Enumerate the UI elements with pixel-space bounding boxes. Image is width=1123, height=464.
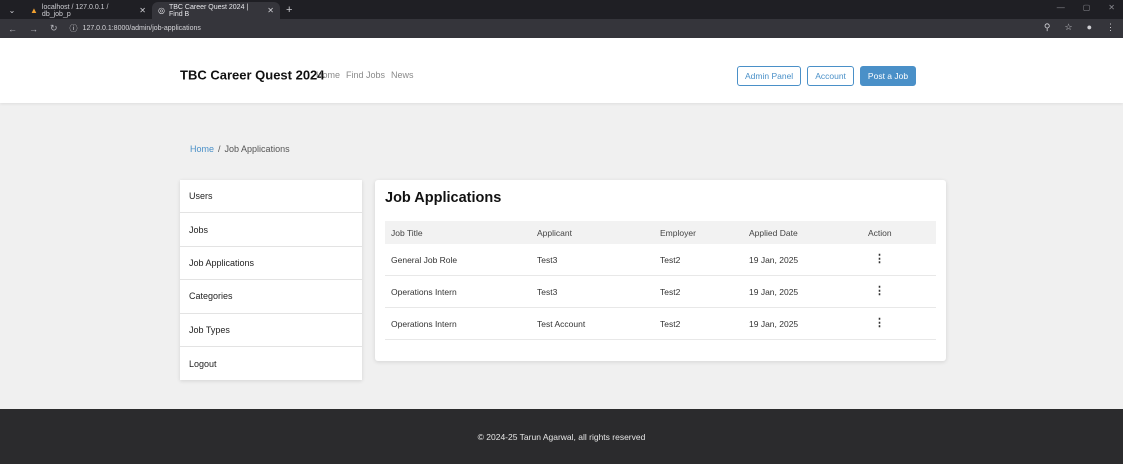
back-icon[interactable]: ← xyxy=(8,24,17,34)
tab-title: localhost / 127.0.0.1 / db_job_p xyxy=(41,3,109,18)
cell-job-title: Operations Intern xyxy=(391,318,457,329)
post-a-job-button[interactable]: Post a Job xyxy=(859,66,917,86)
table-row: Operations Intern Test3 Test2 19 Jan, 20… xyxy=(385,276,936,308)
sidebar-item-categories[interactable]: Categories xyxy=(180,280,362,314)
nav-home[interactable]: Home xyxy=(316,70,340,80)
site-header: TBC Career Quest 2024 Home Find Jobs New… xyxy=(0,38,1123,103)
cell-employer: Test2 xyxy=(660,286,681,297)
browser-menu-icon[interactable]: ⋮ xyxy=(1106,22,1115,33)
breadcrumb-current: Job Applications xyxy=(224,144,290,154)
column-header-applicant: Applicant xyxy=(537,227,572,238)
header-buttons: Admin Panel Account Post a Job xyxy=(737,66,917,86)
more-actions-icon[interactable]: ⋮ xyxy=(868,317,885,329)
globe-icon: ◎ xyxy=(158,6,165,15)
browser-tab-career-quest[interactable]: ◎ TBC Career Quest 2024 | Find B ✕ xyxy=(152,2,280,19)
address-bar-actions: ⚲ ☆ ● ⋮ xyxy=(1044,22,1115,33)
main-nav: Home Find Jobs News xyxy=(316,70,414,80)
cell-applicant: Test Account xyxy=(537,318,586,329)
browser-tab-phpmyadmin[interactable]: ▲ localhost / 127.0.0.1 / db_job_p ✕ xyxy=(24,2,152,19)
table-header: Job Title Applicant Employer Applied Dat… xyxy=(385,221,936,244)
site-brand[interactable]: TBC Career Quest 2024 xyxy=(180,68,325,83)
browser-tab-strip: ⌄ ▲ localhost / 127.0.0.1 / db_job_p ✕ ◎… xyxy=(0,0,1123,19)
window-controls: — ▢ ✕ xyxy=(1057,3,1115,12)
site-footer: © 2024-25 Tarun Agarwal, all rights rese… xyxy=(0,409,1123,464)
tab-title: TBC Career Quest 2024 | Find B xyxy=(168,3,249,18)
new-tab-icon[interactable]: + xyxy=(286,4,292,16)
browser-address-bar: ← → ↻ ⓘ 127.0.0.1:8000/admin/job-applica… xyxy=(0,19,1123,38)
sidebar-item-logout[interactable]: Logout xyxy=(180,347,362,380)
cell-job-title: Operations Intern xyxy=(391,286,457,297)
url-text: 127.0.0.1:8000/admin/job-applications xyxy=(82,25,201,32)
account-button[interactable]: Account xyxy=(807,66,854,86)
close-window-icon[interactable]: ✕ xyxy=(1108,3,1115,12)
admin-panel-button[interactable]: Admin Panel xyxy=(737,66,802,86)
cell-job-title: General Job Role xyxy=(391,254,458,265)
breadcrumb-separator: / xyxy=(218,144,221,154)
column-header-job-title: Job Title xyxy=(391,227,423,238)
bookmark-star-icon[interactable]: ☆ xyxy=(1064,22,1072,33)
table-row: Operations Intern Test Account Test2 19 … xyxy=(385,308,936,340)
breadcrumb: Home / Job Applications xyxy=(190,144,290,154)
page-title: Job Applications xyxy=(385,190,502,206)
footer-copyright: © 2024-25 Tarun Agarwal, all rights rese… xyxy=(477,431,646,442)
more-actions-icon[interactable]: ⋮ xyxy=(868,285,885,297)
column-header-employer: Employer xyxy=(660,227,696,238)
nav-news[interactable]: News xyxy=(391,70,414,80)
forward-icon[interactable]: → xyxy=(29,24,38,34)
cell-applied-date: 19 Jan, 2025 xyxy=(749,318,799,329)
column-header-action: Action xyxy=(868,227,892,238)
info-icon[interactable]: ⓘ xyxy=(70,23,78,34)
more-actions-icon[interactable]: ⋮ xyxy=(868,253,885,265)
phpmyadmin-icon: ▲ xyxy=(30,6,38,15)
tab-search-icon[interactable]: ⌄ xyxy=(4,3,20,17)
nav-find-jobs[interactable]: Find Jobs xyxy=(346,70,385,80)
cell-applied-date: 19 Jan, 2025 xyxy=(749,286,799,297)
maximize-icon[interactable]: ▢ xyxy=(1083,3,1091,12)
close-icon[interactable]: ✕ xyxy=(267,6,274,15)
sidebar-item-users[interactable]: Users xyxy=(180,180,362,214)
column-header-applied-date: Applied Date xyxy=(749,227,798,238)
job-applications-card: Job Applications Job Title Applicant Emp… xyxy=(375,180,946,361)
zoom-icon[interactable]: ⚲ xyxy=(1044,22,1051,33)
url-field[interactable]: ⓘ 127.0.0.1:8000/admin/job-applications xyxy=(70,23,201,34)
sidebar-item-job-applications[interactable]: Job Applications xyxy=(180,247,362,281)
profile-icon[interactable]: ● xyxy=(1087,22,1092,33)
table-row: General Job Role Test3 Test2 19 Jan, 202… xyxy=(385,244,936,276)
admin-sidebar: Users Jobs Job Applications Categories J… xyxy=(180,180,362,380)
close-icon[interactable]: ✕ xyxy=(139,6,146,15)
reload-icon[interactable]: ↻ xyxy=(50,23,58,34)
sidebar-item-jobs[interactable]: Jobs xyxy=(180,213,362,247)
job-applications-table: Job Title Applicant Employer Applied Dat… xyxy=(385,221,936,340)
breadcrumb-home[interactable]: Home xyxy=(190,144,214,154)
cell-applicant: Test3 xyxy=(537,286,558,297)
cell-employer: Test2 xyxy=(660,318,681,329)
cell-employer: Test2 xyxy=(660,254,681,265)
cell-applied-date: 19 Jan, 2025 xyxy=(749,254,799,265)
minimize-icon[interactable]: — xyxy=(1057,3,1065,12)
sidebar-item-job-types[interactable]: Job Types xyxy=(180,314,362,347)
cell-applicant: Test3 xyxy=(537,254,558,265)
